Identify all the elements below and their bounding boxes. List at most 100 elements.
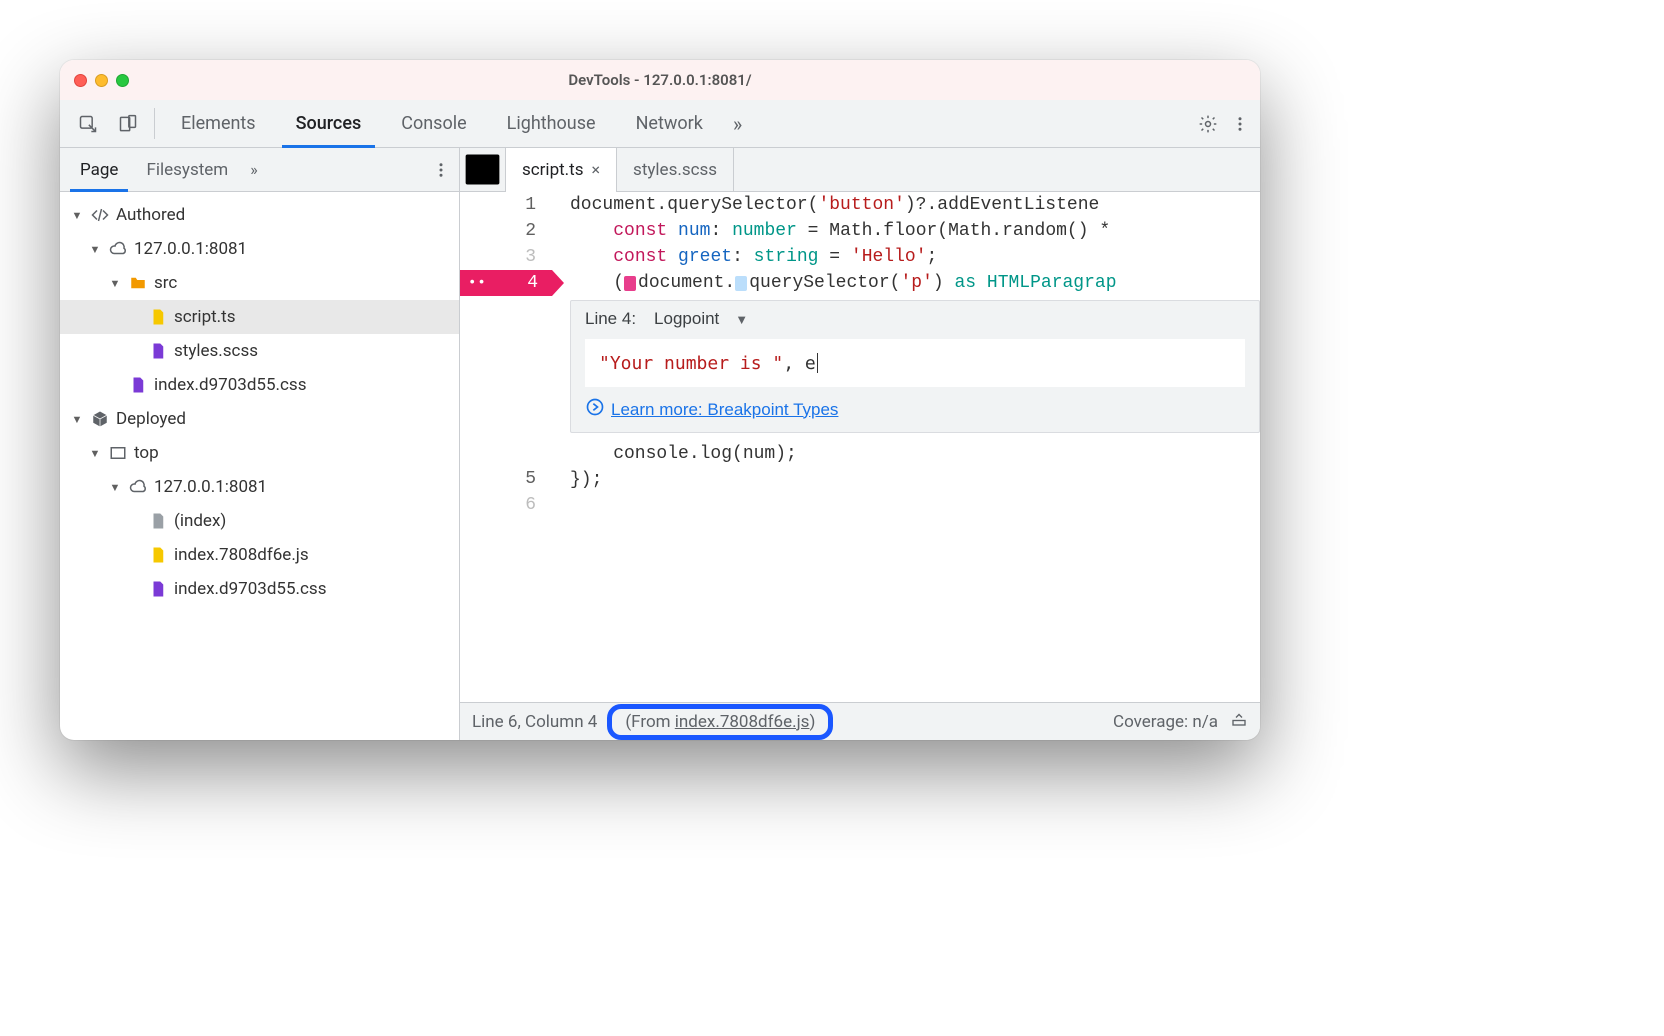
code-line: }); [570,467,1260,493]
inspect-element-icon[interactable] [68,100,108,147]
editor-tab-label: styles.scss [633,160,717,180]
close-icon[interactable]: × [592,160,601,179]
editor-tab-styles-scss[interactable]: styles.scss [617,148,734,191]
more-options-icon[interactable] [1228,100,1252,147]
cloud-icon [128,477,148,497]
toggle-navigator-icon[interactable] [460,148,506,191]
editor-area: script.ts × styles.scss 1 2 3 •• 4 [460,148,1260,740]
gutter-line-logpoint[interactable]: •• 4 [460,270,552,296]
frame-icon [108,443,128,463]
tree-file-index[interactable]: (index) [60,504,459,538]
devtools-window: DevTools - 127.0.0.1:8081/ Elements Sour… [60,60,1260,740]
tree-label: top [134,443,159,463]
file-tree: Authored 127.0.0.1:8081 src script.ts [60,192,459,740]
sidebar-tabs-overflow[interactable]: » [242,148,266,191]
tree-group-deployed[interactable]: Deployed [60,402,459,436]
file-js-icon [148,307,168,327]
code-line: (document.querySelector('p') as HTMLPara… [570,270,1260,296]
tree-label: (index) [174,511,226,531]
gutter-spacer [460,296,552,466]
window-title: DevTools - 127.0.0.1:8081/ [60,71,1260,89]
tree-frame-top[interactable]: top [60,436,459,470]
tree-label: index.d9703d55.css [154,375,306,395]
logpoint-panel: Line 4: Logpoint ▼ "Your number is ", e [570,300,1260,433]
sourcemap-badge-icon [735,276,747,291]
file-js-icon [148,545,168,565]
sidebar-tab-filesystem[interactable]: Filesystem [132,148,242,191]
cube-icon [90,409,110,429]
minimize-icon[interactable] [95,74,108,87]
arrow-circle-icon [585,397,605,422]
gutter-line[interactable]: 2 [460,218,552,244]
code-line: const num: number = Math.floor(Math.rand… [570,218,1260,244]
cursor-position: Line 6, Column 4 [472,712,597,732]
tree-group-authored[interactable]: Authored [60,198,459,232]
code-body[interactable]: document.querySelector('button')?.addEve… [552,192,1260,702]
code-line: const greet: string = 'Hello'; [570,244,1260,270]
source-map-origin: (From index.7808df6e.js) [615,710,825,734]
tree-file-index-css-auth[interactable]: index.d9703d55.css [60,368,459,402]
sidebar-tab-page[interactable]: Page [66,148,132,191]
tree-label: Authored [116,205,185,225]
tabs-overflow[interactable]: » [723,100,752,147]
code-editor[interactable]: 1 2 3 •• 4 5 6 document.querySelector('b… [460,192,1260,702]
line-number: 4 [527,273,538,293]
code-icon [90,205,110,225]
close-icon[interactable] [74,74,87,87]
tab-console[interactable]: Console [381,100,486,147]
file-css-icon [128,375,148,395]
tree-file-styles-scss[interactable]: styles.scss [60,334,459,368]
logpoint-expression-input[interactable]: "Your number is ", e [585,339,1245,387]
tree-label: index.d9703d55.css [174,579,326,599]
breakpoint-type-select[interactable]: Logpoint ▼ [654,309,748,329]
gutter-line[interactable]: 3 [460,244,552,270]
tree-label: 127.0.0.1:8081 [154,477,267,497]
gutter-line[interactable]: 1 [460,192,552,218]
text-cursor [817,353,818,373]
editor-tab-script-ts[interactable]: script.ts × [506,148,617,191]
coverage-status: Coverage: n/a [1113,712,1218,732]
cloud-icon [108,239,128,259]
gutter-line[interactable]: 5 [460,466,552,492]
file-scss-icon [148,341,168,361]
sources-sidebar: Page Filesystem » Authored 127.0.0.1:808… [60,148,460,740]
logpoint-text: , e [783,353,816,374]
tree-file-script-ts[interactable]: script.ts [60,300,459,334]
tree-folder-src[interactable]: src [60,266,459,300]
breakpoint-type-value: Logpoint [654,309,719,329]
tree-file-index-js[interactable]: index.7808df6e.js [60,538,459,572]
device-toolbar-icon[interactable] [108,100,148,147]
tree-file-index-css-dep[interactable]: index.d9703d55.css [60,572,459,606]
tree-label: Deployed [116,409,186,429]
tree-label: 127.0.0.1:8081 [134,239,247,259]
sourcemap-badge-icon [624,276,636,291]
tab-network[interactable]: Network [616,100,723,147]
tree-host-deployed[interactable]: 127.0.0.1:8081 [60,470,459,504]
editor-tab-label: script.ts [522,160,584,180]
status-bar: Line 6, Column 4 (From index.7808df6e.js… [460,702,1260,740]
tree-host-authored[interactable]: 127.0.0.1:8081 [60,232,459,266]
gear-icon[interactable] [1188,100,1228,147]
maximize-icon[interactable] [116,74,129,87]
sidebar-more-icon[interactable] [429,148,453,191]
logpoint-learn-more: Learn more: Breakpoint Types [585,397,1245,422]
tree-label: src [154,273,177,293]
learn-more-link[interactable]: Learn more: Breakpoint Types [611,400,838,420]
gutter-line[interactable]: 6 [460,492,552,518]
tree-label: script.ts [174,307,236,327]
code-line: console.log(num); [570,441,1260,467]
tab-sources[interactable]: Sources [276,100,382,147]
tree-label: index.7808df6e.js [174,545,309,565]
tab-lighthouse[interactable]: Lighthouse [487,100,616,147]
chevron-down-icon: ▼ [735,312,748,327]
logpoint-text: "Your number is " [599,353,783,374]
titlebar: DevTools - 127.0.0.1:8081/ [60,60,1260,100]
tab-elements[interactable]: Elements [161,100,276,147]
source-map-link[interactable]: index.7808df6e.js [675,712,810,732]
file-css-icon [148,579,168,599]
file-icon [148,511,168,531]
drawer-toggle-icon[interactable] [1230,710,1248,733]
gutter[interactable]: 1 2 3 •• 4 5 6 [460,192,552,702]
main-tab-bar: Elements Sources Console Lighthouse Netw… [60,100,1260,148]
divider [154,108,155,139]
